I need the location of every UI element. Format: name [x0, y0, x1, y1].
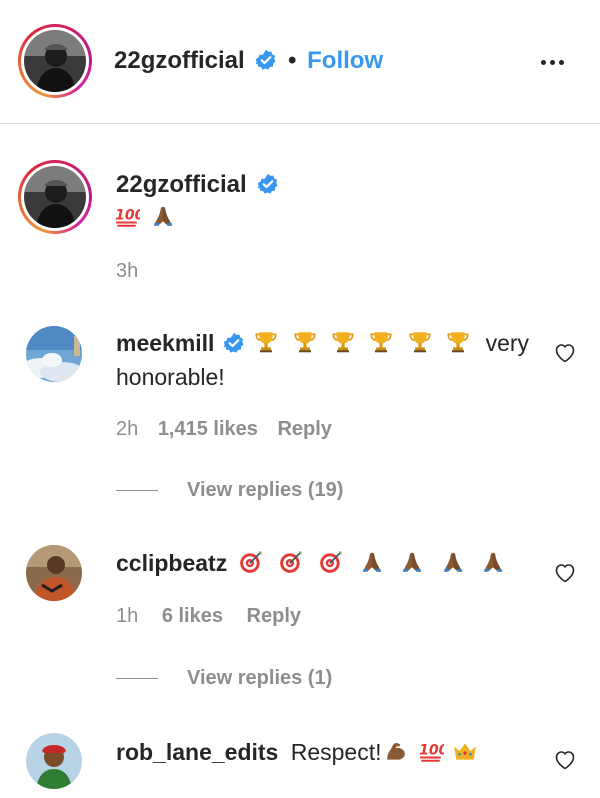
folded-hands-icon: [359, 549, 385, 575]
view-replies-button[interactable]: View replies (1): [187, 667, 332, 690]
verified-badge-icon: [257, 173, 279, 195]
header-avatar[interactable]: [24, 30, 86, 92]
folded-hands-icon: [480, 549, 506, 575]
comment-emojis: [251, 330, 477, 356]
comment-likes[interactable]: 6 likes: [162, 605, 223, 627]
comment-avatar[interactable]: [26, 733, 82, 789]
caption-timestamp: 3h: [116, 260, 139, 282]
reply-button[interactable]: Reply: [277, 418, 331, 440]
like-heart-icon[interactable]: [553, 561, 577, 585]
hundred-points-icon: [418, 738, 444, 764]
header-username[interactable]: 22gzofficial: [114, 47, 245, 74]
comment-username[interactable]: rob_lane_edits: [116, 739, 278, 765]
comment-text-line1: very: [485, 330, 530, 356]
view-replies-divider: [116, 490, 158, 491]
caption-text: [114, 203, 176, 229]
comment-emojis: [234, 550, 506, 576]
trophy-icon: [445, 329, 471, 355]
folded-hands-icon: [399, 549, 425, 575]
comment-likes[interactable]: 1,415 likes: [158, 418, 258, 440]
trophy-icon: [330, 329, 356, 355]
header-separator: •: [288, 47, 297, 74]
verified-badge-icon: [223, 332, 245, 354]
post-header: 22gzofficial • Follow: [0, 0, 600, 124]
trophy-icon: [292, 329, 318, 355]
direct-hit-icon: [318, 549, 344, 575]
direct-hit-icon: [238, 549, 264, 575]
comment-timestamp: 2h: [116, 418, 139, 440]
trophy-icon: [253, 329, 279, 355]
caption-username[interactable]: 22gzofficial: [116, 171, 247, 198]
follow-button[interactable]: Follow: [307, 47, 383, 74]
comment-text-line2: honorable!: [116, 364, 225, 390]
view-replies-divider: [116, 678, 158, 679]
like-heart-icon[interactable]: [553, 341, 577, 365]
hundred-points-icon: [114, 203, 140, 229]
trophy-icon: [407, 329, 433, 355]
flexed-biceps-icon: [384, 738, 410, 764]
comment-username[interactable]: meekmill: [116, 330, 214, 356]
caption-avatar-ring[interactable]: [18, 160, 92, 234]
view-replies-button[interactable]: View replies (19): [187, 479, 343, 502]
folded-hands-icon: [440, 549, 466, 575]
more-options-icon[interactable]: [539, 52, 566, 70]
comment-avatar[interactable]: [26, 326, 82, 382]
comment-timestamp: 1h: [116, 605, 139, 627]
comment-avatar[interactable]: [26, 545, 82, 601]
reply-button[interactable]: Reply: [247, 605, 301, 627]
header-avatar-ring[interactable]: [18, 24, 92, 98]
comment-text: Respect!: [290, 739, 382, 765]
comment-username[interactable]: cclipbeatz: [116, 550, 227, 576]
crown-icon: [452, 738, 478, 764]
comment-emojis: [382, 739, 478, 765]
verified-badge-icon: [255, 49, 277, 71]
folded-hands-icon: [150, 203, 176, 229]
like-heart-icon[interactable]: [553, 748, 577, 772]
caption-avatar[interactable]: [24, 166, 86, 228]
direct-hit-icon: [278, 549, 304, 575]
trophy-icon: [368, 329, 394, 355]
